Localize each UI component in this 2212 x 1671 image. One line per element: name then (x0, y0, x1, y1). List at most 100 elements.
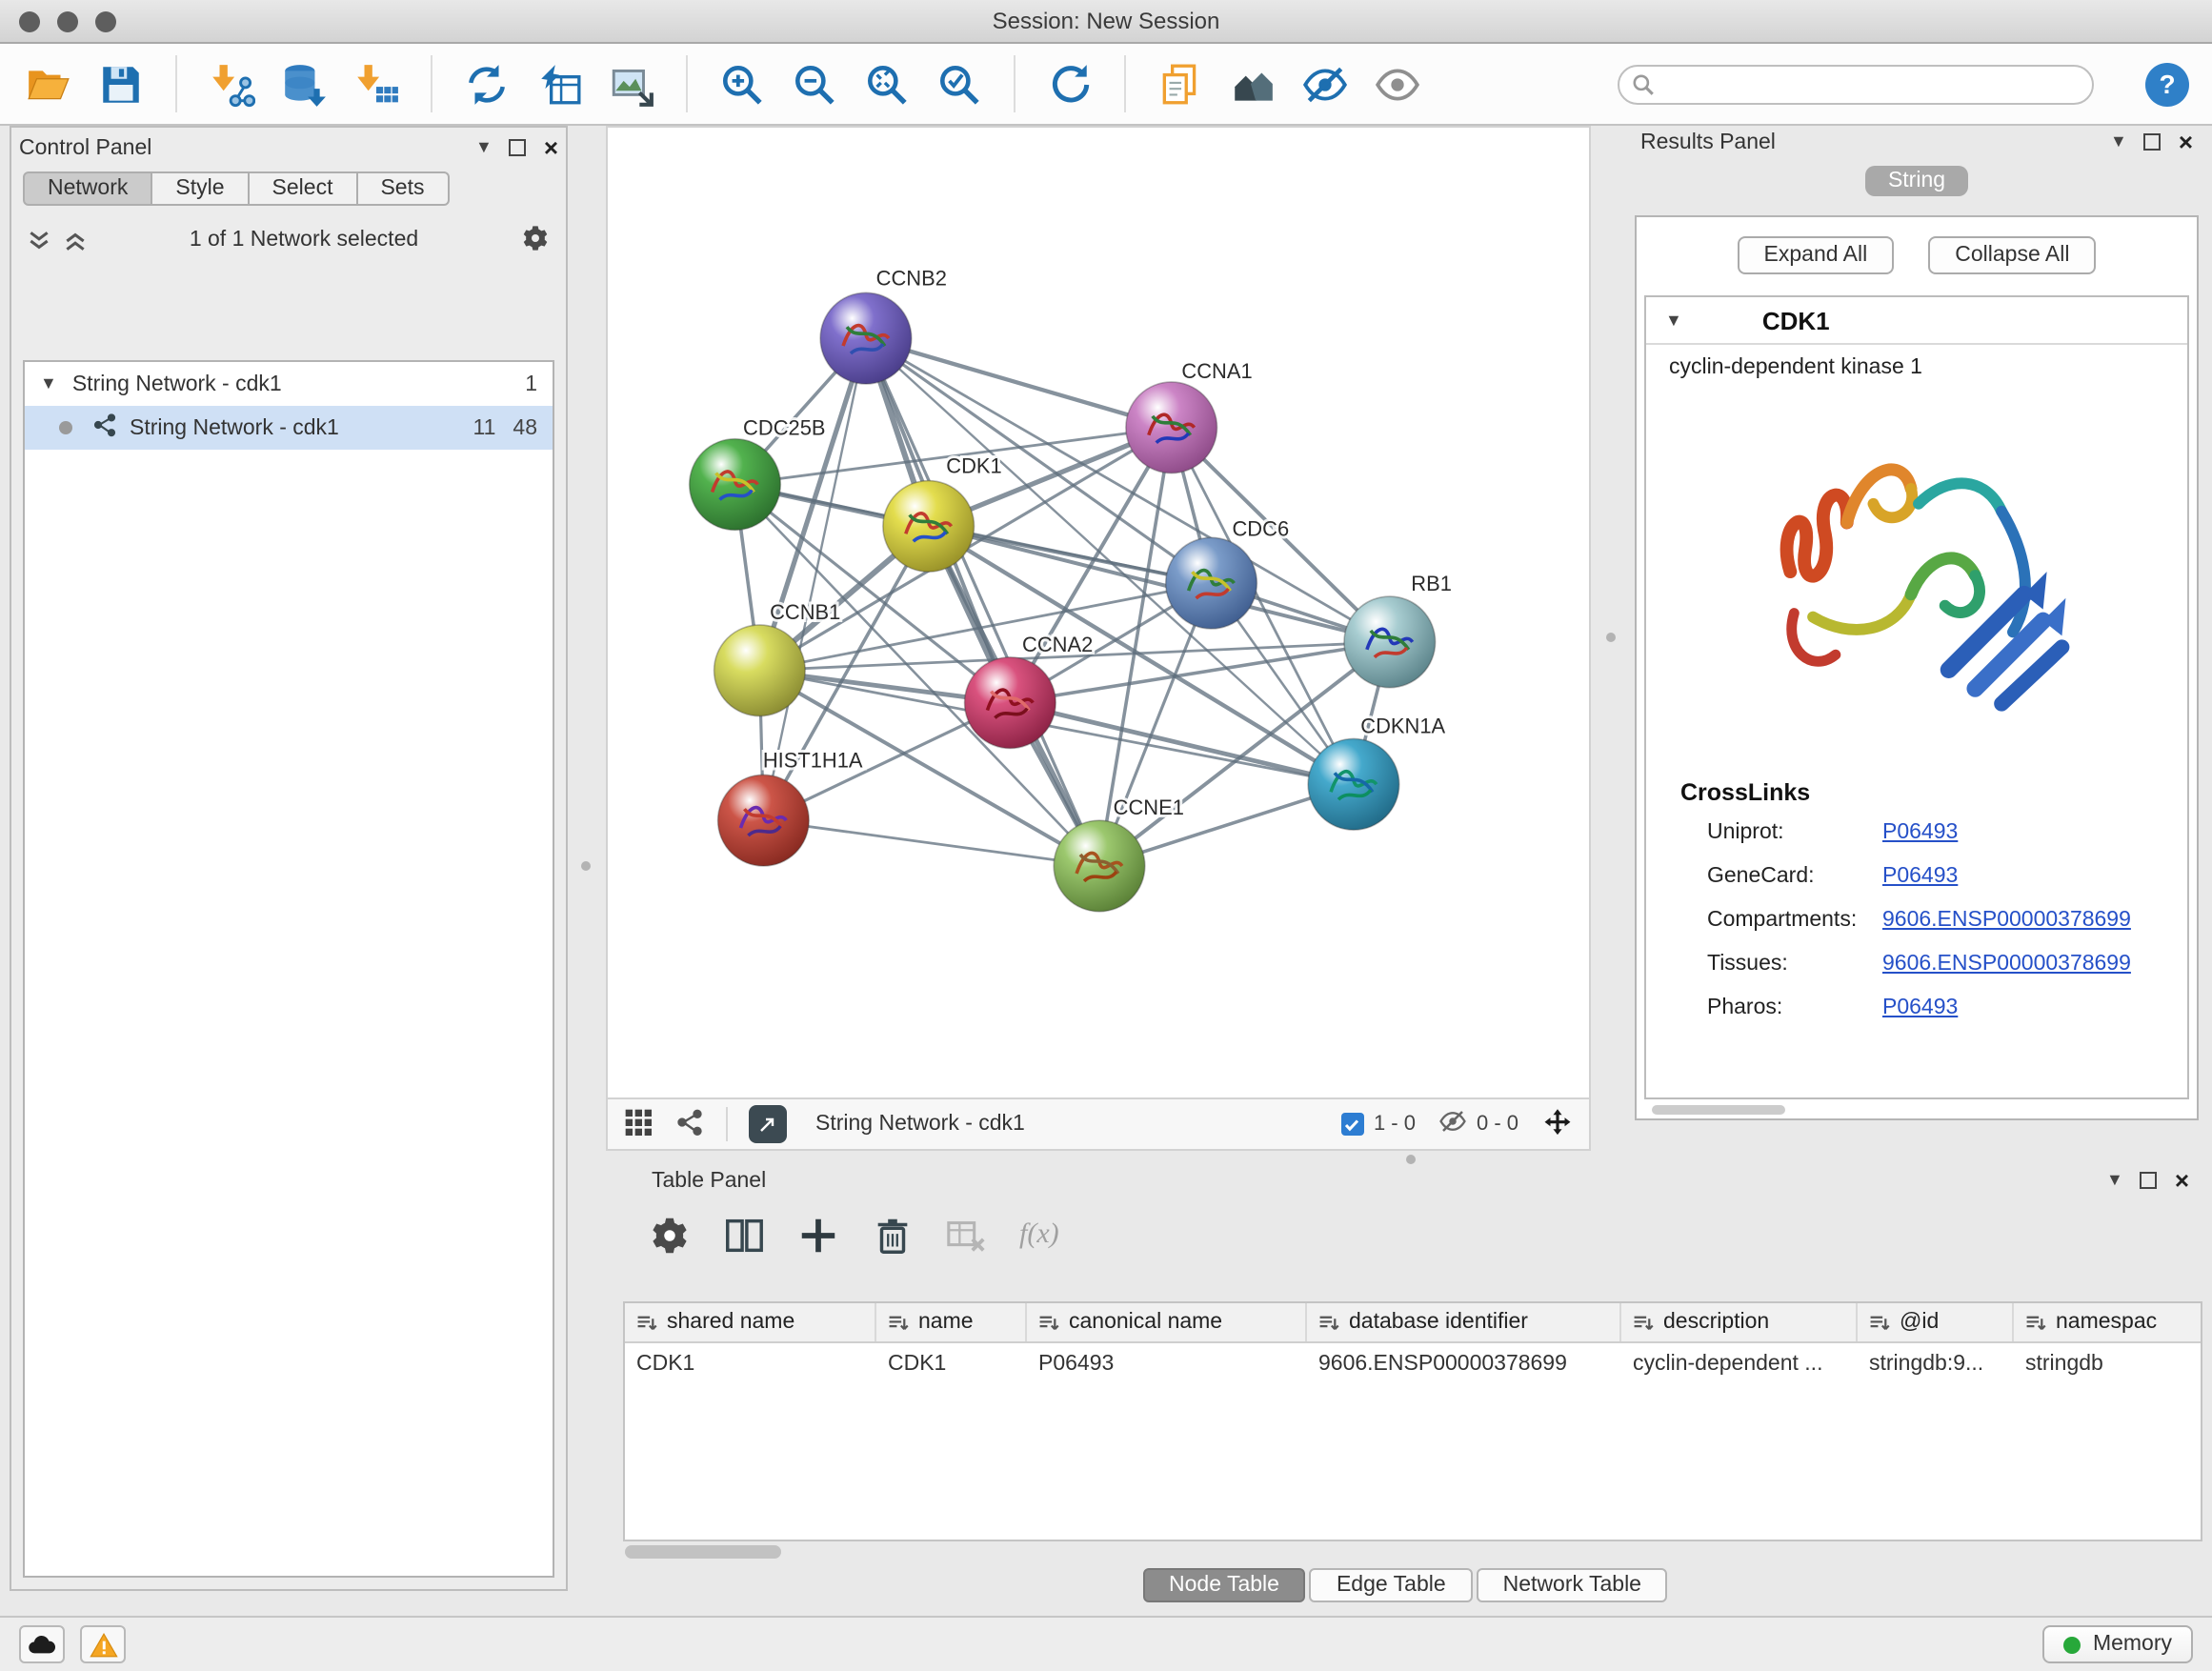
expand-all-networks-icon[interactable] (27, 228, 51, 252)
table-cell[interactable]: CDK1 (876, 1352, 1027, 1375)
collapse-all-button[interactable]: Collapse All (1928, 236, 2096, 274)
zoom-in-icon[interactable] (716, 58, 768, 110)
import-table-icon[interactable] (351, 58, 402, 110)
import-network-file-icon[interactable] (206, 58, 257, 110)
network-canvas[interactable]: CCNB2CCNA1CDC25BCDK1CDC6RB1CCNB1CCNA2CDK… (606, 126, 1591, 1099)
memory-button[interactable]: Memory (2043, 1625, 2193, 1663)
column-header[interactable]: namespac (2014, 1303, 2197, 1341)
help-button[interactable]: ? (2145, 62, 2189, 106)
tab-node-table[interactable]: Node Table (1142, 1568, 1306, 1602)
splitter-handle[interactable] (581, 861, 591, 871)
tab-style[interactable]: Style (151, 171, 249, 206)
horizontal-scrollbar[interactable] (1652, 1105, 1785, 1115)
warning-button[interactable] (80, 1625, 126, 1663)
minimize-window-button[interactable] (57, 10, 78, 31)
table-cell[interactable]: 9606.ENSP00000378699 (1307, 1352, 1621, 1375)
delete-table-icon[interactable] (945, 1213, 989, 1257)
float-panel-icon[interactable] (510, 139, 527, 156)
column-header[interactable]: name (876, 1303, 1027, 1341)
tree-expand-icon[interactable]: ▼ (40, 375, 57, 393)
network-edge[interactable] (866, 338, 1099, 866)
crosslink-link[interactable]: P06493 (1882, 996, 1958, 1018)
new-network-icon[interactable] (461, 58, 513, 110)
tab-edge-table[interactable]: Edge Table (1310, 1568, 1473, 1602)
float-panel-icon[interactable] (2141, 1172, 2158, 1189)
network-node-HIST1H1A[interactable]: HIST1H1A (718, 748, 863, 866)
crosslink-link[interactable]: P06493 (1882, 820, 1958, 843)
crosslink-link[interactable]: 9606.ENSP00000378699 (1882, 908, 2131, 931)
table-options-gear-icon[interactable] (648, 1213, 692, 1257)
network-from-table-icon[interactable] (533, 58, 585, 110)
table-cell[interactable]: CDK1 (625, 1352, 876, 1375)
network-options-gear-icon[interactable] (520, 222, 551, 258)
network-row[interactable]: String Network - cdk1 11 48 (25, 406, 553, 450)
network-node-CCNA1[interactable]: CCNA1 (1126, 359, 1253, 473)
maximize-window-button[interactable] (95, 10, 116, 31)
horizontal-scrollbar[interactable] (625, 1545, 781, 1559)
collapse-all-networks-icon[interactable] (63, 228, 88, 252)
network-node-CDKN1A[interactable]: CDKN1A (1308, 715, 1445, 831)
zoom-out-icon[interactable] (789, 58, 840, 110)
close-panel-icon[interactable]: × (2179, 130, 2193, 154)
network-node-CDC25B[interactable]: CDC25B (690, 416, 826, 531)
share-network-icon[interactable] (674, 1106, 705, 1142)
tab-network-table[interactable]: Network Table (1477, 1568, 1668, 1602)
selected-count-checkbox[interactable] (1341, 1113, 1364, 1136)
import-network-database-icon[interactable] (278, 58, 330, 110)
network-node-RB1[interactable]: RB1 (1344, 572, 1452, 688)
hidden-eye-icon[interactable] (1438, 1107, 1467, 1141)
network-edge[interactable] (763, 820, 1099, 866)
close-window-button[interactable] (19, 10, 40, 31)
show-columns-icon[interactable] (722, 1213, 766, 1257)
network-node-CDK1[interactable]: CDK1 (883, 454, 1002, 573)
crosslink-link[interactable]: P06493 (1882, 864, 1958, 887)
function-builder-icon[interactable]: f(x) (1019, 1218, 1059, 1251)
tab-select[interactable]: Select (248, 171, 358, 206)
splitter-handle[interactable] (1606, 633, 1616, 642)
hide-panel-icon[interactable] (1299, 58, 1351, 110)
network-edge[interactable] (866, 338, 1172, 428)
save-session-icon[interactable] (95, 58, 147, 110)
table-cell[interactable]: stringdb:9... (1858, 1352, 2014, 1375)
table-cell[interactable]: P06493 (1027, 1352, 1307, 1375)
cloud-button[interactable] (19, 1625, 65, 1663)
column-header[interactable]: @id (1858, 1303, 2014, 1341)
column-header[interactable]: database identifier (1307, 1303, 1621, 1341)
table-cell[interactable]: cyclin-dependent ... (1621, 1352, 1858, 1375)
float-panel-icon[interactable] (2144, 133, 2162, 151)
zoom-fit-icon[interactable] (861, 58, 913, 110)
copy-icon[interactable] (1155, 58, 1206, 110)
column-header[interactable]: description (1621, 1303, 1858, 1341)
network-node-CCNB2[interactable]: CCNB2 (820, 266, 947, 384)
export-image-icon[interactable] (606, 58, 657, 110)
collapse-panel-icon[interactable]: ▼ (2110, 133, 2127, 151)
expand-all-button[interactable]: Expand All (1738, 236, 1895, 274)
home-icon[interactable] (1227, 58, 1278, 110)
collapse-panel-icon[interactable]: ▼ (2106, 1172, 2123, 1189)
search-input[interactable] (1618, 64, 2094, 104)
network-collection-row[interactable]: ▼ String Network - cdk1 1 (25, 362, 553, 406)
column-header[interactable]: shared name (625, 1303, 876, 1341)
close-panel-icon[interactable]: × (544, 135, 558, 160)
table-cell[interactable]: stringdb (2014, 1352, 2197, 1375)
network-edge[interactable] (1010, 703, 1354, 785)
refresh-icon[interactable] (1044, 58, 1096, 110)
close-panel-icon[interactable]: × (2175, 1168, 2189, 1193)
open-session-icon[interactable] (23, 58, 74, 110)
show-panel-icon[interactable] (1372, 58, 1423, 110)
tab-sets[interactable]: Sets (355, 171, 449, 206)
string-results-tab[interactable]: String (1865, 166, 1968, 196)
network-graph[interactable]: CCNB2CCNA1CDC25BCDK1CDC6RB1CCNB1CCNA2CDK… (608, 128, 1589, 1097)
collapse-panel-icon[interactable]: ▼ (475, 139, 493, 156)
splitter-handle[interactable] (1406, 1155, 1416, 1164)
table-row[interactable]: CDK1 CDK1 P06493 9606.ENSP00000378699 cy… (625, 1343, 2201, 1383)
tab-network[interactable]: Network (23, 171, 152, 206)
delete-column-icon[interactable] (871, 1213, 915, 1257)
crosslink-link[interactable]: 9606.ENSP00000378699 (1882, 952, 2131, 975)
open-in-new-icon[interactable] (749, 1105, 787, 1143)
birdseye-move-icon[interactable] (1541, 1105, 1574, 1143)
grid-view-icon[interactable] (623, 1106, 654, 1142)
section-collapse-icon[interactable]: ▼ (1665, 312, 1682, 329)
column-header[interactable]: canonical name (1027, 1303, 1307, 1341)
add-column-icon[interactable] (796, 1213, 840, 1257)
